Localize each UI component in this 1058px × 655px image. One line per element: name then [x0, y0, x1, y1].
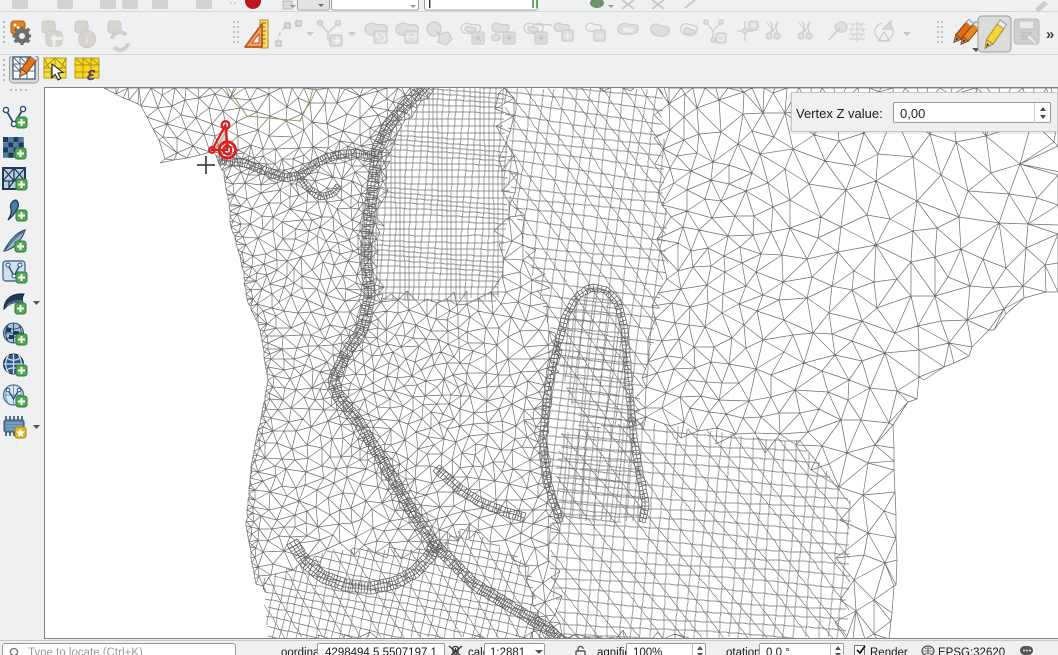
svg-text:ε: ε	[87, 63, 95, 85]
svg-text:»: »	[1046, 26, 1054, 43]
